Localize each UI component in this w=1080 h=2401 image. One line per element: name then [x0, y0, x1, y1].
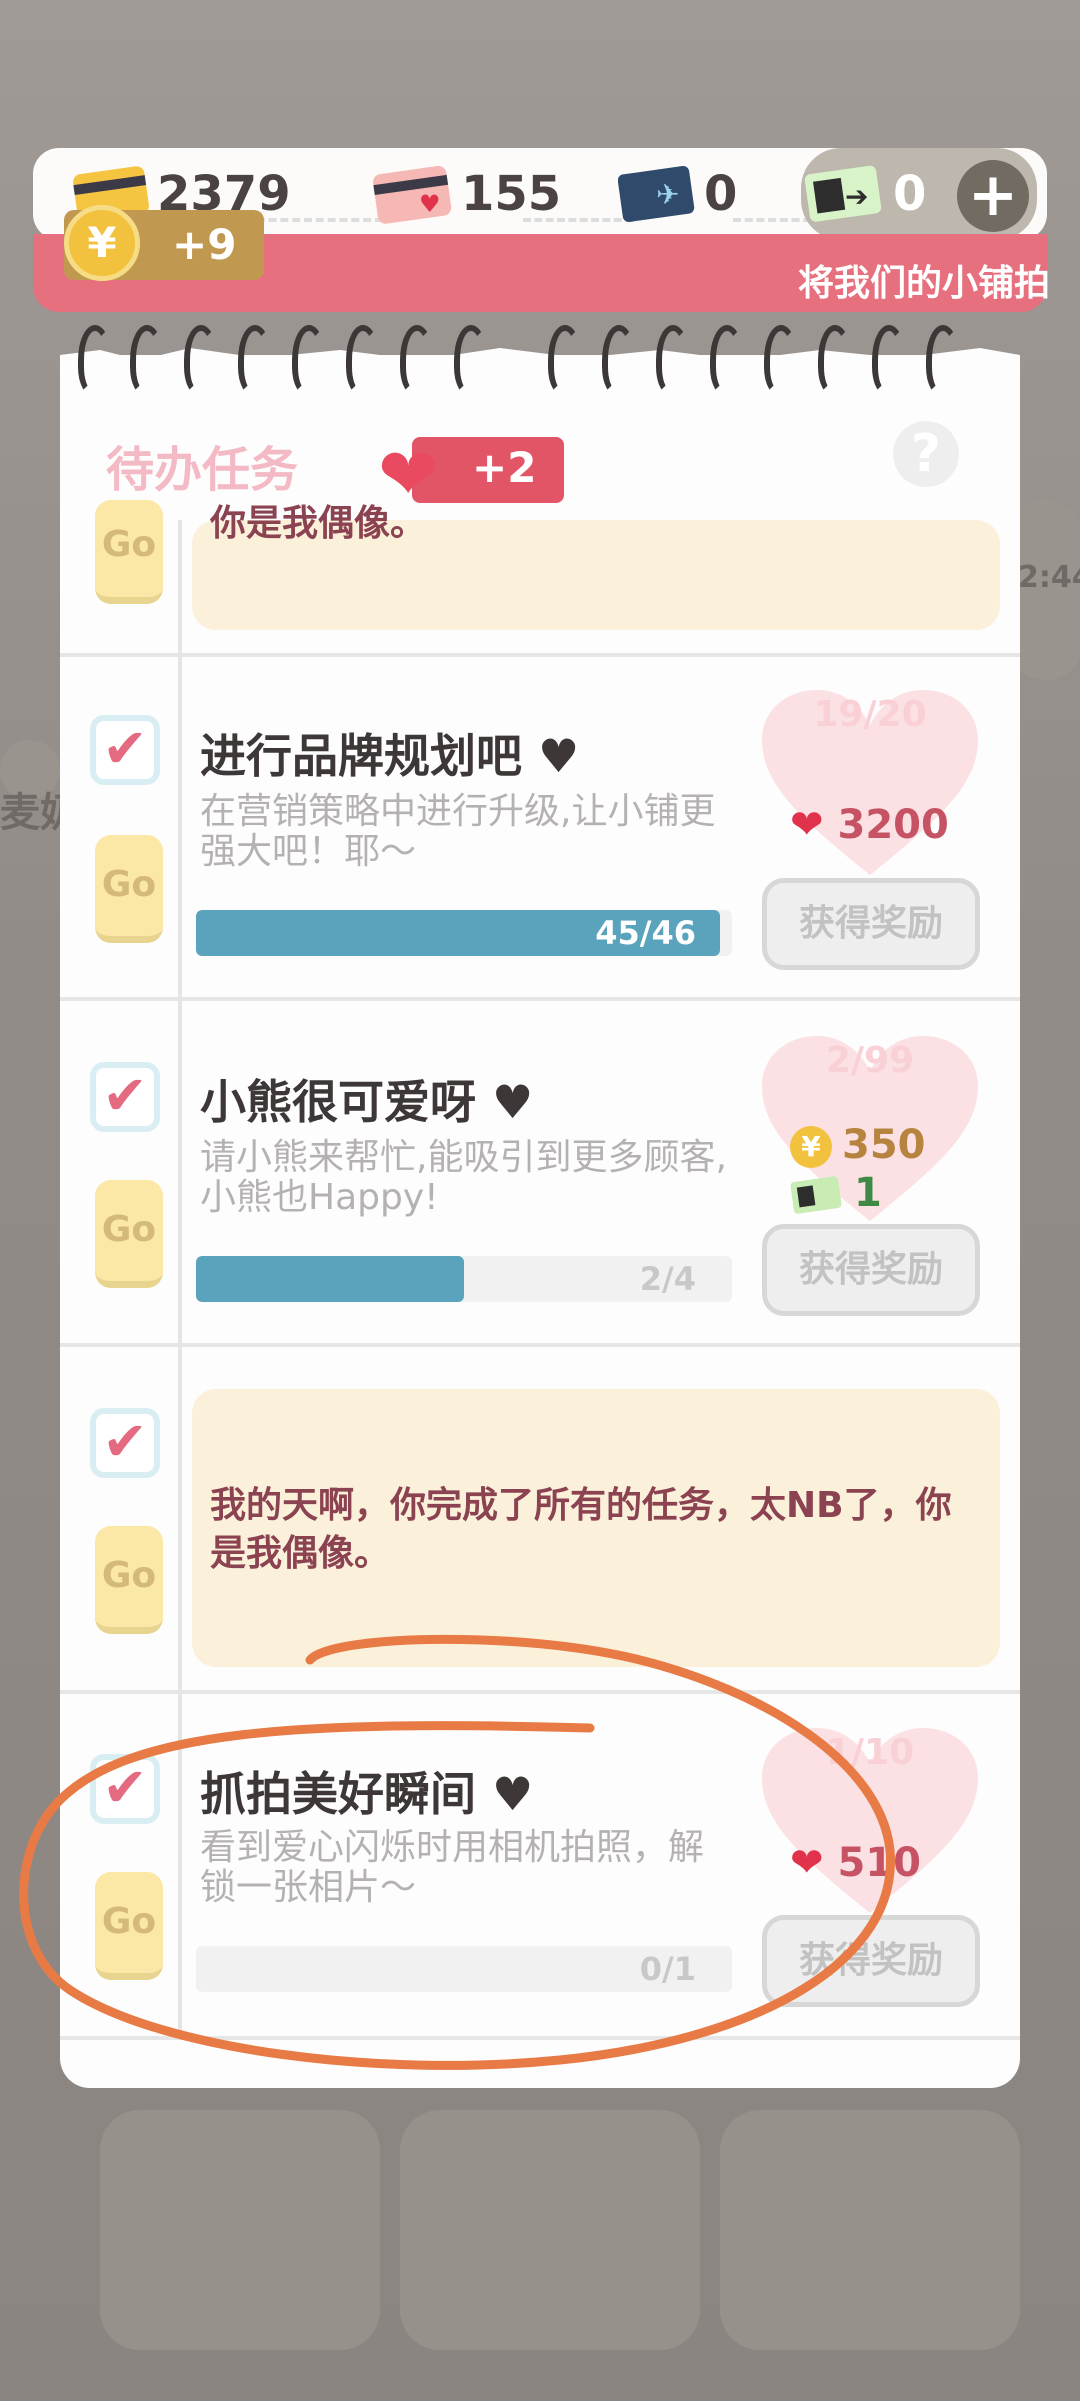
spiral-ring-icon	[130, 325, 164, 395]
spiral-ring-icon	[346, 325, 380, 395]
go-button[interactable]: Go	[95, 1526, 163, 1634]
heart-icon: ❤	[790, 802, 824, 848]
message-text: 你是我偶像。	[210, 503, 427, 544]
row-divider	[60, 2036, 1020, 2040]
progress-text: 0/1	[639, 1950, 696, 1988]
progress-bar: 0/1	[196, 1946, 732, 1992]
task-checkbox[interactable]: ✔	[90, 1062, 160, 1132]
reward-value: 1	[854, 1170, 882, 1216]
task-description: 请小熊来帮忙,能吸引到更多顾客,小熊也Happy!	[200, 1137, 727, 1218]
claim-reward-button[interactable]: 获得奖励	[762, 878, 980, 970]
coin-icon: ¥	[64, 205, 140, 281]
panel-title: 待办任务	[106, 442, 299, 498]
spiral-ring-icon	[764, 325, 798, 395]
currency-plane[interactable]: ✈ 0	[618, 148, 737, 240]
announcement-text: 将我们的小铺拍	[797, 263, 1050, 304]
reward-value: 350	[842, 1122, 926, 1168]
task-title: 小熊很可爱呀 ♥	[200, 1075, 534, 1129]
bg-time: 2:44	[1018, 560, 1080, 595]
task-count: 19/20	[813, 694, 927, 735]
margin-line	[178, 520, 182, 2040]
bg-decoration	[720, 2110, 1020, 2350]
help-button[interactable]: ?	[893, 421, 959, 487]
go-button[interactable]: Go	[95, 500, 163, 604]
row-divider	[60, 653, 1020, 657]
green-ticket-icon	[790, 1176, 842, 1214]
row-divider	[60, 1690, 1020, 1694]
blue-plane-ticket-icon: ✈	[618, 165, 695, 223]
svg-text:✈: ✈	[656, 178, 679, 211]
reward-amount: 1	[790, 1170, 882, 1216]
go-button[interactable]: Go	[95, 1180, 163, 1288]
reward-amount: ❤ 3200	[790, 802, 949, 848]
reward-value: 3200	[837, 802, 949, 848]
task-count: 2/99	[825, 1040, 915, 1081]
message-text: 我的天啊，你完成了所有的任务，太NB了，你是我偶像。	[210, 1485, 952, 1574]
spiral-ring-icon	[400, 325, 434, 395]
heart-bonus-text: +2	[472, 443, 537, 492]
spiral-ring-icon	[548, 325, 582, 395]
task-description: 看到爱心闪烁时用相机拍照，解锁一张相片～	[200, 1827, 705, 1908]
row-divider	[60, 1343, 1020, 1347]
task-title: 抓拍美好瞬间 ♥	[200, 1767, 534, 1821]
reward-value: 510	[837, 1840, 922, 1886]
svg-text:➔: ➔	[845, 180, 868, 213]
spiral-ring-icon	[656, 325, 690, 395]
task-checkbox[interactable]: ✔	[90, 1408, 160, 1478]
spiral-ring-icon	[454, 325, 488, 395]
currency-value: 0	[893, 166, 927, 222]
task-checkbox[interactable]: ✔	[90, 1754, 160, 1824]
heart-icon: ❤	[790, 1840, 824, 1886]
bg-decoration	[100, 2110, 380, 2350]
task-count: 1/10	[825, 1732, 915, 1773]
task-description: 在营销策略中进行升级,让小铺更强大吧！耶～	[200, 791, 716, 872]
progress-bar: 45/46	[196, 910, 732, 956]
reward-amount: ¥350	[790, 1122, 926, 1168]
spiral-ring-icon	[238, 325, 272, 395]
go-button[interactable]: Go	[95, 1872, 163, 1980]
coin-gain-text: +9	[172, 220, 237, 269]
green-ticket-icon: ➔	[804, 165, 882, 222]
reward-amount: ❤ 510	[790, 1840, 921, 1886]
currency-value: 155	[461, 166, 562, 222]
progress-fill	[196, 1256, 464, 1302]
pink-heart-card-icon: ♥	[373, 165, 452, 224]
claim-reward-button[interactable]: 获得奖励	[762, 1224, 980, 1316]
progress-text: 45/46	[595, 914, 696, 952]
row-divider	[60, 997, 1020, 1001]
spiral-ring-icon	[184, 325, 218, 395]
progress-bar: 2/4	[196, 1256, 732, 1302]
bg-decoration	[400, 2110, 700, 2350]
progress-text: 2/4	[639, 1260, 696, 1298]
spiral-ring-icon	[710, 325, 744, 395]
currency-heart[interactable]: ♥ 155	[373, 148, 561, 240]
spiral-ring-icon	[78, 325, 112, 395]
go-button[interactable]: Go	[95, 835, 163, 943]
task-title: 进行品牌规划吧 ♥	[200, 729, 580, 783]
spiral-ring-icon	[602, 325, 636, 395]
spiral-ring-icon	[926, 325, 960, 395]
spiral-ring-icon	[872, 325, 906, 395]
currency-value: 0	[704, 166, 738, 222]
coin-icon: ¥	[790, 1126, 832, 1168]
claim-reward-button[interactable]: 获得奖励	[762, 1915, 980, 2007]
spiral-ring-icon	[818, 325, 852, 395]
add-currency-button[interactable]: +	[957, 160, 1029, 232]
task-checkbox[interactable]: ✔	[90, 715, 160, 785]
spiral-ring-icon	[292, 325, 326, 395]
svg-text:♥: ♥	[419, 190, 441, 218]
